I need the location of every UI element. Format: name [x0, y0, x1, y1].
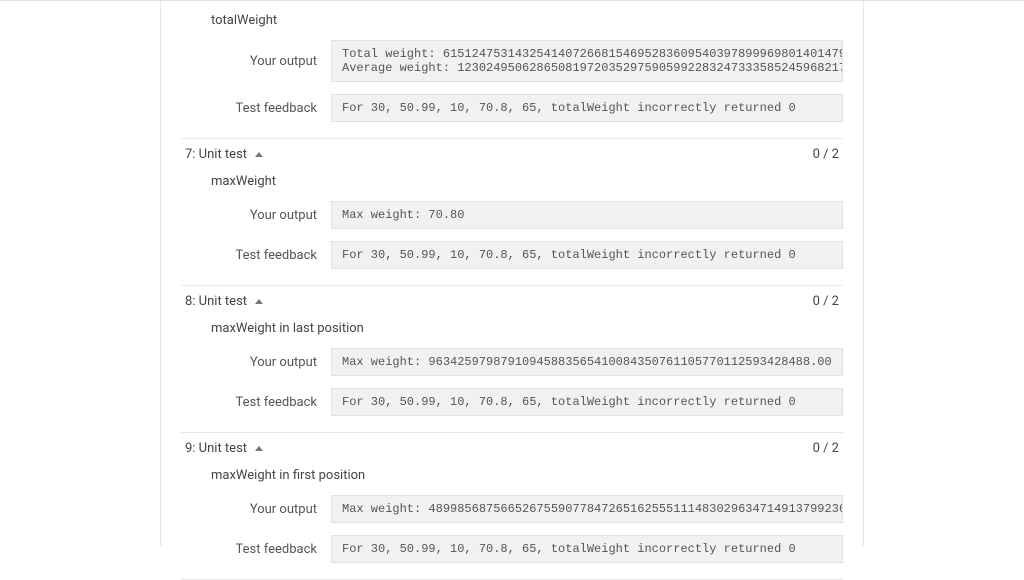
test-block: 8: Unit test 0 / 2 maxWeight in last pos…	[181, 286, 843, 433]
test-header-text: 9: Unit test	[185, 441, 247, 456]
test-feedback-value: For 30, 50.99, 10, 70.8, 65, totalWeight…	[331, 94, 843, 122]
your-output-row: Your output Total weight: 61512475314325…	[211, 34, 843, 88]
test-feedback-label: Test feedback	[211, 248, 331, 263]
your-output-value: Max weight: 4899856875665267559077847265…	[331, 495, 843, 523]
test-header-left: 8: Unit test	[185, 294, 263, 309]
test-feedback-value: For 30, 50.99, 10, 70.8, 65, totalWeight…	[331, 241, 843, 269]
test-header-toggle[interactable]: 8: Unit test 0 / 2	[181, 290, 843, 313]
chevron-up-icon	[255, 152, 263, 157]
test-block: totalWeight Your output Total weight: 61…	[181, 9, 843, 139]
test-feedback-value: For 30, 50.99, 10, 70.8, 65, totalWeight…	[331, 388, 843, 416]
your-output-row: Your output Max weight: 4899856875665267…	[211, 489, 843, 529]
test-feedback-value: For 30, 50.99, 10, 70.8, 65, totalWeight…	[331, 535, 843, 563]
test-results-panel: totalWeight Your output Total weight: 61…	[160, 1, 864, 546]
test-name: maxWeight	[181, 166, 843, 195]
your-output-row: Your output Max weight: 9634259798791094…	[211, 342, 843, 382]
test-header-text: 7: Unit test	[185, 147, 247, 162]
your-output-value: Total weight: 61512475314325414072668154…	[331, 40, 843, 82]
your-output-value: Max weight: 9634259798791094588356541008…	[331, 348, 843, 376]
chevron-up-icon	[255, 446, 263, 451]
test-feedback-row: Test feedback For 30, 50.99, 10, 70.8, 6…	[211, 529, 843, 569]
page-root: totalWeight Your output Total weight: 61…	[0, 0, 1024, 546]
test-header-left: 7: Unit test	[185, 147, 263, 162]
test-feedback-row: Test feedback For 30, 50.99, 10, 70.8, 6…	[211, 235, 843, 275]
test-name: totalWeight	[181, 9, 843, 34]
your-output-label: Your output	[211, 54, 331, 69]
test-feedback-row: Test feedback For 30, 50.99, 10, 70.8, 6…	[211, 88, 843, 128]
your-output-label: Your output	[211, 208, 331, 223]
test-header-toggle[interactable]: 7: Unit test 0 / 2	[181, 143, 843, 166]
test-score: 0 / 2	[813, 441, 839, 456]
test-block: 7: Unit test 0 / 2 maxWeight Your output…	[181, 139, 843, 286]
test-score: 0 / 2	[813, 294, 839, 309]
test-name: maxWeight in last position	[181, 313, 843, 342]
test-header-toggle[interactable]: 9: Unit test 0 / 2	[181, 437, 843, 460]
your-output-value: Max weight: 70.80	[331, 201, 843, 229]
test-feedback-label: Test feedback	[211, 542, 331, 557]
your-output-row: Your output Max weight: 70.80	[211, 195, 843, 235]
test-feedback-label: Test feedback	[211, 395, 331, 410]
chevron-up-icon	[255, 299, 263, 304]
test-score: 0 / 2	[813, 147, 839, 162]
test-block: 9: Unit test 0 / 2 maxWeight in first po…	[181, 433, 843, 580]
your-output-label: Your output	[211, 502, 331, 517]
your-output-label: Your output	[211, 355, 331, 370]
test-feedback-label: Test feedback	[211, 101, 331, 116]
test-header-text: 8: Unit test	[185, 294, 247, 309]
test-feedback-row: Test feedback For 30, 50.99, 10, 70.8, 6…	[211, 382, 843, 422]
test-name: maxWeight in first position	[181, 460, 843, 489]
test-header-left: 9: Unit test	[185, 441, 263, 456]
